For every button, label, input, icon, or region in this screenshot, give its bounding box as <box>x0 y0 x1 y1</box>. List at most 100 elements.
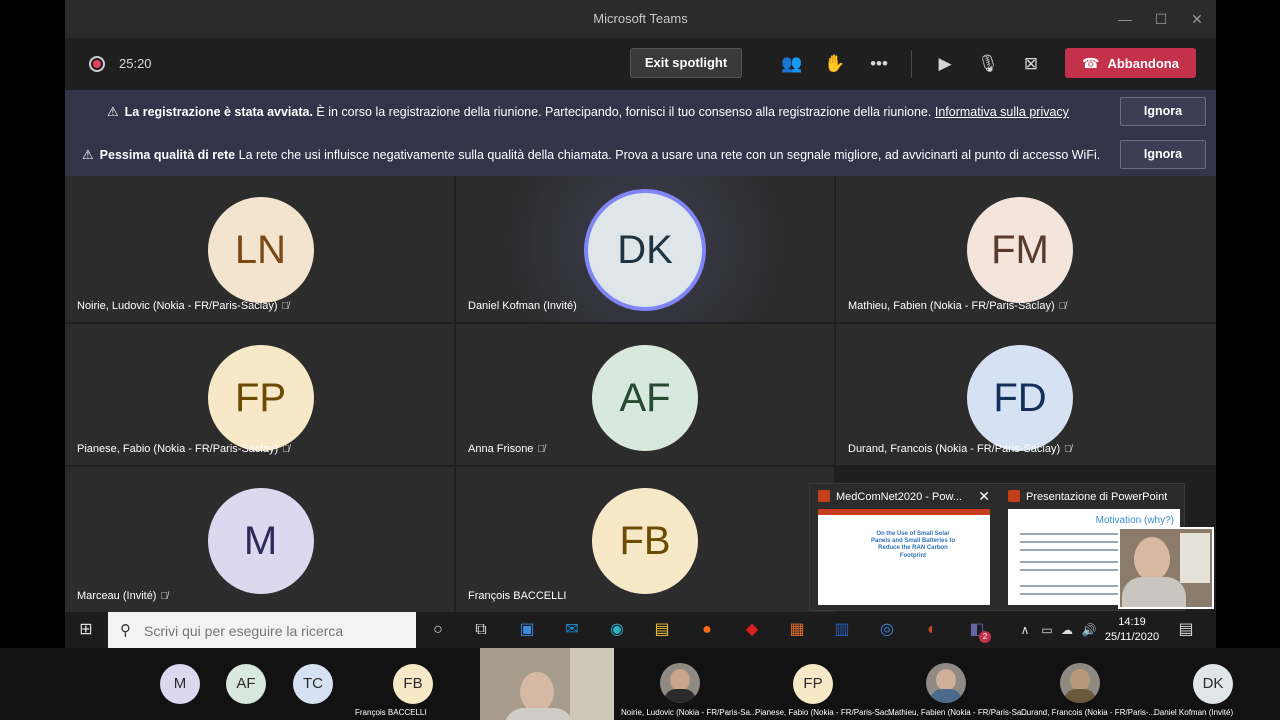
cortana-icon[interactable]: ○ <box>426 618 450 642</box>
teams-badge: 2 <box>979 631 991 643</box>
muted-mic-icon: 🎙̸ <box>282 444 290 455</box>
store-icon[interactable]: ▣ <box>515 618 539 642</box>
notifications-icon[interactable]: ▤ <box>1174 618 1198 642</box>
strip-name: Daniel Kofman (Invité) <box>1154 708 1234 717</box>
participant-strip: M AF TC FB François BACCELLI Noirie, Ludovic … <box>0 648 1280 720</box>
slide-title: On the Use of Small Solar Panels and Sma… <box>870 531 956 559</box>
network-banner: ⚠ Pessima qualità di rete La rete che usi… <box>65 133 1216 176</box>
minimize-icon[interactable]: — <box>1115 9 1135 29</box>
clock-time: 14:19 <box>1118 616 1146 628</box>
strip-avatar[interactable]: FB <box>393 664 433 704</box>
close-icon[interactable]: ✕ <box>1187 9 1207 29</box>
strip-photo-avatar[interactable] <box>926 663 966 703</box>
strip-avatar[interactable]: DK <box>1193 664 1233 704</box>
participant-avatar: FB <box>592 488 698 594</box>
strip-name: Pianese, Fabio (Nokia - FR/Paris-Sac... <box>755 708 896 717</box>
participant-name-text: Mathieu, Fabien (Nokia - FR/Paris-Saclay… <box>848 300 1055 312</box>
more-actions-icon[interactable]: ••• <box>866 51 892 77</box>
participant-tile[interactable]: FB François BACCELLI <box>456 467 834 612</box>
participant-tile[interactable]: DK Daniel Kofman (Invité) <box>456 176 834 322</box>
edge-icon[interactable]: ◉ <box>605 618 629 642</box>
mail-icon[interactable]: ✉ <box>560 618 584 642</box>
file-explorer-icon[interactable]: ▤ <box>650 618 674 642</box>
title-bar: Microsoft Teams — ☐ ✕ <box>65 0 1216 38</box>
recording-icon <box>89 56 105 72</box>
participant-tile[interactable]: AF Anna Frisone 🎙̸ <box>456 324 834 465</box>
dismiss-network-button[interactable]: Ignora <box>1120 140 1206 169</box>
close-icon[interactable]: ✕ <box>978 488 990 505</box>
outlook-icon[interactable]: ◎ <box>875 618 899 642</box>
windows-taskbar: ⊞ ⚲ ○ ⧉ ▣ ✉ ◉ ▤ ● ◆ ▦ ▥ ◎ ◐ ◧2 ∧ ▭ ☁ 🔊 1… <box>65 612 1216 648</box>
clock-date: 25/11/2020 <box>1104 631 1160 643</box>
strip-name: Mathieu, Fabien (Nokia - FR/Paris-Sa... <box>888 708 1029 717</box>
strip-photo-avatar[interactable] <box>1060 663 1100 703</box>
participant-avatar: DK <box>588 193 702 307</box>
muted-mic-icon: 🎙̸ <box>281 301 290 312</box>
preview-title: Presentazione di PowerPoint ... <box>1026 491 1168 503</box>
participant-name: Daniel Kofman (Invité) <box>468 300 577 312</box>
leave-button[interactable]: ☎ Abbandona <box>1065 48 1196 78</box>
toolbar-divider <box>911 50 912 78</box>
raise-hand-icon[interactable]: ✋ <box>822 51 848 77</box>
participant-tile[interactable]: FM Mathieu, Fabien (Nokia - FR/Paris-Sacl… <box>836 176 1216 322</box>
system-clock[interactable]: 14:19 25/11/2020 <box>1100 615 1164 645</box>
window-title: Microsoft Teams <box>593 11 688 26</box>
leave-label: Abbandona <box>1107 56 1179 71</box>
search-icon: ⚲ <box>120 622 131 639</box>
strip-photo-avatar[interactable] <box>660 663 700 703</box>
participant-tile[interactable]: FP Pianese, Fabio (Nokia - FR/Paris-Sacla… <box>65 324 454 465</box>
preview-medcomnet[interactable]: MedComNet2020 - Pow... ✕ On the Use of S… <box>810 484 996 612</box>
participant-name-text: Anna Frisone <box>468 443 534 455</box>
participant-tile[interactable]: M Marceau (Invité) 🎙̸ <box>65 467 454 612</box>
camera-icon[interactable]: ▶ <box>932 51 958 77</box>
windows-start-icon[interactable]: ⊞ <box>74 618 98 642</box>
strip-avatar[interactable]: M <box>160 664 200 704</box>
participants-icon[interactable]: 👥 <box>779 51 805 77</box>
maximize-icon[interactable]: ☐ <box>1151 9 1171 29</box>
strip-avatar[interactable]: FP <box>793 664 833 704</box>
banner-text: È in corso la registrazione della riunio… <box>316 105 932 119</box>
powerpoint-taskbar-icon[interactable]: ◐ <box>920 618 944 642</box>
muted-mic-icon: 🎙̸ <box>1064 444 1072 455</box>
warning-icon: ⚠ <box>107 104 119 119</box>
participant-name: Durand, Francois (Nokia - FR/Paris-Sacla… <box>848 443 1072 455</box>
muted-mic-icon: 🎙̸ <box>1058 301 1067 312</box>
strip-avatar[interactable]: AF <box>226 664 266 704</box>
cloud-icon[interactable]: ☁ <box>1055 618 1079 642</box>
dismiss-recording-button[interactable]: Ignora <box>1120 97 1206 126</box>
participant-avatar: FP <box>207 345 314 451</box>
teams-taskbar-icon[interactable]: ◧ 2 <box>965 618 991 643</box>
exit-spotlight-button[interactable]: Exit spotlight <box>630 48 742 78</box>
self-video <box>1118 527 1214 609</box>
muted-mic-icon: 🎙̸ <box>537 444 545 455</box>
chevron-up-icon[interactable]: ∧ <box>1013 618 1037 642</box>
slide-title: Motivation (why?) <box>1095 515 1174 526</box>
participant-name-text: Marceau (Invité) <box>77 590 157 602</box>
strip-name: Durand, Francois (Nokia - FR/Paris-... <box>1021 708 1156 717</box>
task-view-icon[interactable]: ⧉ <box>469 618 493 642</box>
meeting-toolbar: 25:20 Exit spotlight 👥 ✋ ••• ▶ 🎙 ⊠ ☎ Abba… <box>65 38 1216 90</box>
share-tray-icon[interactable]: ⊠ <box>1018 51 1044 77</box>
participant-tile[interactable]: LN Noirie, Ludovic (Nokia - FR/Paris-Sacl… <box>65 176 454 322</box>
firefox-icon[interactable]: ● <box>695 618 719 642</box>
app-icon[interactable]: ▦ <box>785 618 809 642</box>
search-input[interactable] <box>144 621 404 641</box>
participant-video <box>480 648 614 720</box>
taskbar-search[interactable]: ⚲ <box>108 612 416 648</box>
participant-name-text: Daniel Kofman (Invité) <box>468 300 577 312</box>
meeting-timer: 25:20 <box>119 56 152 71</box>
participant-avatar: FM <box>967 197 1073 303</box>
volume-icon[interactable]: 🔊 <box>1077 618 1101 642</box>
participant-name-text: François BACCELLI <box>468 590 567 602</box>
microphone-icon[interactable]: 🎙 <box>975 51 1001 77</box>
strip-avatar[interactable]: TC <box>293 664 333 704</box>
strip-name: François BACCELLI <box>355 708 427 717</box>
strip-name: Noirie, Ludovic (Nokia - FR/Paris-Sa... <box>621 708 757 717</box>
privacy-link[interactable]: Informativa sulla privacy <box>935 105 1069 119</box>
slide-preview: On the Use of Small Solar Panels and Sma… <box>818 509 990 605</box>
acrobat-icon[interactable]: ◆ <box>740 618 764 642</box>
word-icon[interactable]: ▥ <box>830 618 854 642</box>
participant-name: Marceau (Invité) 🎙̸ <box>77 590 168 602</box>
participant-tile[interactable]: FD Durand, Francois (Nokia - FR/Paris-Sac… <box>836 324 1216 465</box>
powerpoint-icon <box>1008 490 1020 502</box>
